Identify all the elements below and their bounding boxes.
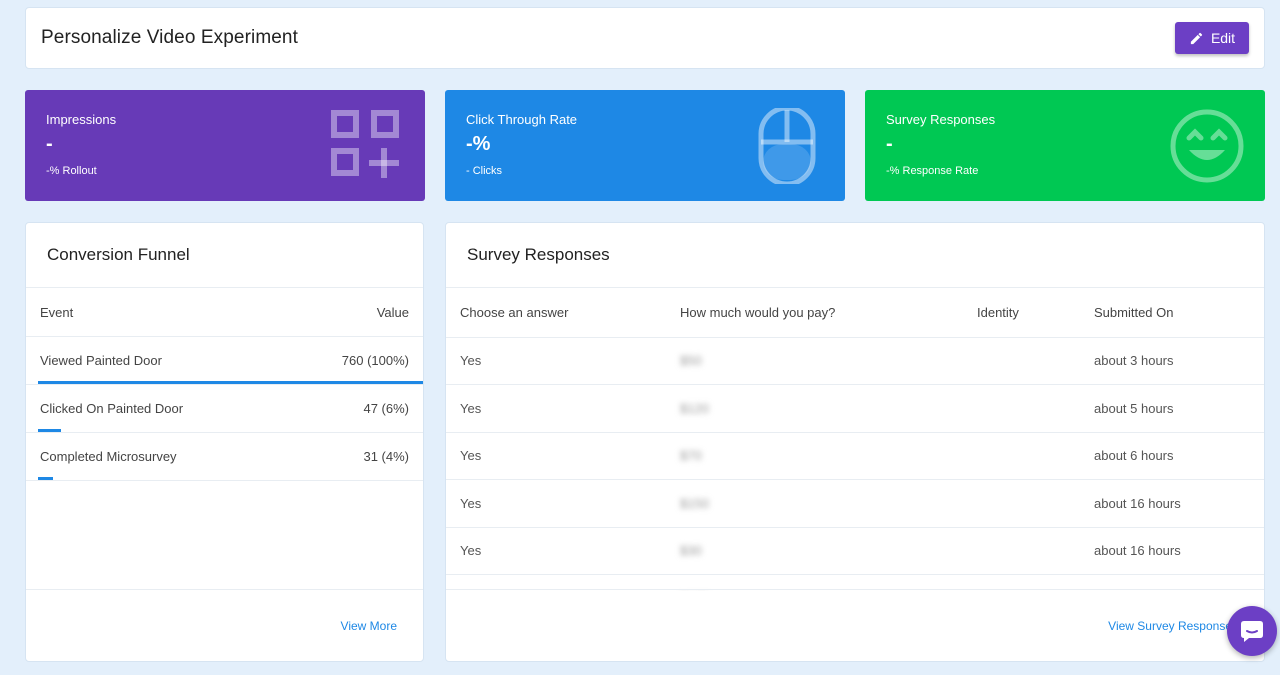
mouse-icon bbox=[758, 108, 816, 184]
col-identity: Identity bbox=[963, 288, 1080, 338]
table-row: Yes $50 about 3 hours bbox=[446, 337, 1264, 385]
table-row: Yes $30 about 16 hours bbox=[446, 527, 1264, 575]
view-survey-responses-link[interactable]: View Survey Responses bbox=[1108, 619, 1238, 633]
submitted-cell: about 5 hours bbox=[1080, 384, 1264, 433]
funnel-value: 31 (4%) bbox=[363, 449, 409, 464]
survey-footer: View Survey Responses bbox=[446, 589, 1264, 661]
answer-cell: Yes bbox=[446, 384, 666, 433]
chat-button[interactable] bbox=[1227, 606, 1277, 656]
funnel-value: 760 (100%) bbox=[341, 353, 409, 368]
experiment-header: Personalize Video Experiment Edit bbox=[25, 7, 1265, 69]
pencil-icon bbox=[1190, 32, 1203, 44]
table-row: Yes $120 about 5 hours bbox=[446, 384, 1264, 433]
funnel-row: Clicked On Painted Door 47 (6%) bbox=[26, 385, 423, 433]
edit-button[interactable]: Edit bbox=[1175, 22, 1249, 54]
col-submitted-on: Submitted On bbox=[1080, 288, 1264, 338]
submitted-cell: about 3 hours bbox=[1080, 337, 1264, 385]
smiley-icon bbox=[1170, 109, 1244, 183]
answer-cell: Yes bbox=[446, 337, 666, 385]
conversion-funnel-panel: Conversion Funnel Event Value Viewed Pai… bbox=[25, 222, 424, 662]
page-title: Personalize Video Experiment bbox=[41, 27, 298, 48]
identity-cell bbox=[963, 527, 1080, 575]
ctr-card: Click Through Rate -% - Clicks bbox=[445, 90, 845, 201]
funnel-progress-bar bbox=[38, 429, 62, 432]
survey-table-scroll[interactable]: Choose an answer How much would you pay?… bbox=[446, 288, 1264, 591]
answer-cell: Yes bbox=[446, 432, 666, 480]
funnel-row: Completed Microsurvey 31 (4%) bbox=[26, 433, 423, 481]
pay-cell: $30 bbox=[666, 527, 963, 575]
funnel-progress-bar bbox=[38, 381, 423, 384]
table-row: Yes $70 about 6 hours bbox=[446, 432, 1264, 480]
answer-cell: Yes bbox=[446, 479, 666, 528]
survey-card: Survey Responses - -% Response Rate bbox=[865, 90, 1265, 201]
col-pay: How much would you pay? bbox=[666, 288, 963, 338]
identity-cell bbox=[963, 384, 1080, 433]
submitted-cell: about 16 hours bbox=[1080, 479, 1264, 528]
funnel-col-value: Value bbox=[376, 304, 409, 320]
survey-responses-panel: Survey Responses Choose an answer How mu… bbox=[445, 222, 1265, 662]
identity-cell bbox=[963, 432, 1080, 480]
identity-cell bbox=[963, 479, 1080, 528]
funnel-value: 47 (6%) bbox=[363, 401, 409, 416]
answer-cell: Yes bbox=[446, 527, 666, 575]
submitted-cell: about 16 hours bbox=[1080, 527, 1264, 575]
funnel-event: Viewed Painted Door bbox=[40, 353, 162, 368]
funnel-event: Clicked On Painted Door bbox=[40, 401, 184, 416]
qr-grid-icon bbox=[331, 110, 399, 178]
pay-cell: $70 bbox=[666, 432, 963, 480]
impressions-card: Impressions - -% Rollout bbox=[25, 90, 425, 201]
funnel-header-row: Event Value bbox=[26, 288, 423, 337]
funnel-title: Conversion Funnel bbox=[26, 223, 423, 288]
funnel-col-event: Event bbox=[40, 304, 74, 320]
funnel-row: Viewed Painted Door 760 (100%) bbox=[26, 337, 423, 385]
funnel-event: Completed Microsurvey bbox=[40, 449, 177, 464]
identity-cell bbox=[963, 337, 1080, 385]
funnel-progress-bar bbox=[38, 477, 54, 480]
pay-cell: $150 bbox=[666, 479, 963, 528]
pay-cell: $50 bbox=[666, 337, 963, 385]
survey-table: Choose an answer How much would you pay?… bbox=[446, 288, 1264, 591]
submitted-cell: about 6 hours bbox=[1080, 432, 1264, 480]
view-more-link[interactable]: View More bbox=[341, 619, 397, 633]
survey-title: Survey Responses bbox=[446, 223, 1264, 288]
edit-button-label: Edit bbox=[1210, 30, 1236, 46]
survey-header-row: Choose an answer How much would you pay?… bbox=[446, 288, 1264, 338]
col-choose-answer: Choose an answer bbox=[446, 288, 666, 338]
pay-cell: $120 bbox=[666, 384, 963, 433]
chat-bubble-icon bbox=[1241, 621, 1263, 642]
table-row: Yes $150 about 16 hours bbox=[446, 479, 1264, 528]
funnel-footer: View More bbox=[26, 589, 423, 661]
